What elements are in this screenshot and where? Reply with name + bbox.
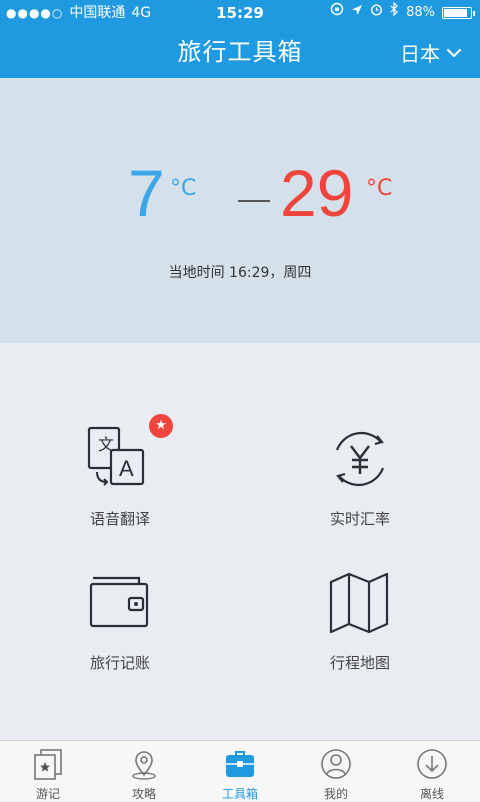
low-temperature-unit: °C xyxy=(170,176,197,201)
tool-label: 实时汇率 xyxy=(329,510,390,528)
tab-guides[interactable]: 攻略 xyxy=(96,747,192,802)
chevron-down-icon xyxy=(446,48,462,57)
download-icon xyxy=(415,747,449,781)
tool-label: 语音翻译 xyxy=(89,510,150,528)
new-badge: ★ xyxy=(149,414,173,438)
wallet-icon xyxy=(85,568,155,638)
tab-toolbox[interactable]: 工具箱 xyxy=(192,747,288,802)
tab-offline[interactable]: 离线 xyxy=(384,747,480,802)
tool-voice-translate[interactable]: 文 A ★ 语音翻译 xyxy=(40,414,200,529)
notes-star-icon xyxy=(31,747,65,781)
tab-label: 游记 xyxy=(35,787,60,801)
tool-label: 行程地图 xyxy=(329,654,390,672)
location-arrow-icon xyxy=(351,0,363,26)
country-selector[interactable]: 日本 xyxy=(400,38,462,67)
translate-icon: 文 A ★ xyxy=(85,414,173,494)
tool-exchange-rate[interactable]: 实时汇率 xyxy=(280,424,440,529)
high-temperature-unit: °C xyxy=(366,176,393,201)
tab-label: 工具箱 xyxy=(221,787,258,801)
tab-label: 离线 xyxy=(419,787,444,801)
bluetooth-icon xyxy=(390,0,399,26)
local-time: 当地时间 16:29，周四 xyxy=(168,265,312,281)
user-icon xyxy=(319,747,353,781)
svg-text:A: A xyxy=(119,456,134,481)
temperature-range-dash xyxy=(238,200,270,202)
tool-travel-expense[interactable]: 旅行记账 xyxy=(40,568,200,673)
tool-label: 旅行记账 xyxy=(89,654,150,672)
low-temperature: 7 xyxy=(128,156,165,230)
map-pin-icon xyxy=(127,747,161,781)
tab-label: 攻略 xyxy=(131,787,156,801)
alarm-icon xyxy=(370,0,383,26)
folded-map-icon xyxy=(325,568,395,638)
battery-percent: 88% xyxy=(406,5,435,20)
bottom-tab-bar: 游记 攻略 工具箱 我的 离线 xyxy=(0,740,480,801)
tab-travel-notes[interactable]: 游记 xyxy=(0,747,96,802)
battery-icon xyxy=(442,7,475,19)
country-label: 日本 xyxy=(400,42,440,66)
toolbox-icon xyxy=(223,747,257,781)
currency-exchange-icon xyxy=(325,424,395,494)
top-bar: ●●●●○ 中国联通 4G 15:29 88% 旅行工具箱 日本 xyxy=(0,0,480,78)
tab-label: 我的 xyxy=(323,787,348,801)
weather-panel xyxy=(0,78,480,343)
rotation-lock-icon xyxy=(330,0,344,26)
tab-profile[interactable]: 我的 xyxy=(288,747,384,802)
high-temperature: 29 xyxy=(280,156,354,230)
tool-itinerary-map[interactable]: 行程地图 xyxy=(280,568,440,673)
status-bar: ●●●●○ 中国联通 4G 15:29 88% xyxy=(0,0,480,26)
